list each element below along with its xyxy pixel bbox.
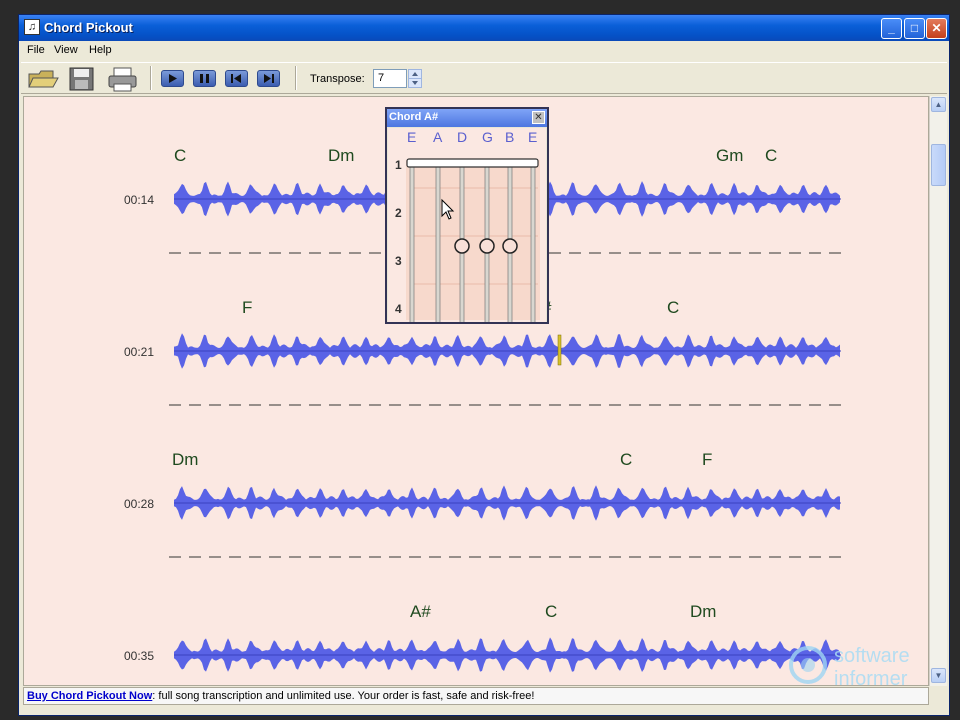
string-name: A (433, 129, 443, 145)
watermark-line2: informer (834, 668, 908, 690)
chord-label: Dm (328, 146, 354, 165)
chord-label: F (242, 298, 252, 317)
open-button[interactable] (27, 66, 59, 97)
software-informer-watermark: software informer (786, 640, 936, 690)
menu-bar: File View Help (19, 41, 949, 61)
finger-dot (479, 238, 495, 254)
time-label: 00:28 (124, 497, 154, 511)
string-name: G (482, 129, 493, 145)
chord-label: C (174, 146, 186, 165)
chord-popup-close-icon[interactable]: ✕ (532, 111, 545, 124)
next-button[interactable] (257, 70, 280, 87)
barre-marker (406, 158, 539, 168)
fretboard: E A D G B E1234 (395, 129, 540, 333)
string-name: B (505, 129, 514, 145)
chord-label: Dm (172, 450, 198, 469)
guitar-string (409, 163, 415, 325)
chord-popup-title: Chord A# (389, 111, 439, 123)
string-name: D (457, 129, 467, 145)
watermark-line1: software (834, 645, 910, 667)
toolbar: Transpose: 7 (21, 62, 947, 94)
pause-button[interactable] (193, 70, 216, 87)
previous-button[interactable] (225, 70, 248, 87)
maximize-button[interactable]: □ (904, 18, 925, 39)
scroll-thumb[interactable] (931, 144, 946, 186)
transpose-input[interactable]: 7 (373, 69, 407, 88)
guitar-string (530, 163, 536, 325)
fret-number: 1 (395, 158, 402, 172)
close-button[interactable]: ✕ (926, 18, 947, 39)
fretboard-bg (406, 160, 540, 320)
save-button[interactable] (68, 66, 96, 97)
finger-dot (502, 238, 518, 254)
time-label: 00:35 (124, 649, 154, 663)
buy-now-link[interactable]: Buy Chord Pickout Now (27, 690, 152, 702)
fret-number: 3 (395, 254, 402, 268)
toolbar-separator (150, 66, 152, 90)
title-bar[interactable]: ♫ Chord Pickout _ □ ✕ (19, 15, 949, 41)
menu-help[interactable]: Help (89, 44, 112, 56)
save-icon (69, 67, 94, 91)
fret-number: 2 (395, 206, 402, 220)
toolbar-separator (295, 66, 297, 90)
fret-number: 4 (395, 302, 402, 316)
chord-diagram-window: Chord A# ✕ EADGBE1234 (385, 107, 549, 333)
time-label: 00:21 (124, 345, 154, 359)
chord-popup-title-bar[interactable]: Chord A# ✕ (387, 109, 547, 127)
chord-label: Gm (716, 146, 743, 165)
play-button[interactable] (161, 70, 184, 87)
status-message: : full song transcription and unlimited … (152, 690, 535, 702)
menu-view[interactable]: View (54, 44, 78, 56)
menu-file[interactable]: File (27, 44, 45, 56)
print-button[interactable] (107, 66, 139, 97)
chord-label: C (765, 146, 777, 165)
minimize-button[interactable]: _ (881, 18, 902, 39)
play-icon (169, 74, 177, 83)
chord-label: C (667, 298, 679, 317)
print-icon (108, 67, 137, 92)
open-icon (28, 70, 59, 88)
chord-label: Dm (690, 602, 716, 621)
pause-icon (200, 74, 209, 83)
app-icon: ♫ (24, 19, 40, 35)
chord-label: A# (410, 602, 431, 621)
next-icon (264, 74, 274, 83)
scroll-up-arrow-icon[interactable]: ▲ (931, 97, 946, 112)
chord-label: F (702, 450, 712, 469)
transpose-spinner[interactable] (408, 69, 422, 88)
chord-label: C (620, 450, 632, 469)
chord-label: C (545, 602, 557, 621)
time-label: 00:14 (124, 193, 154, 207)
vertical-scrollbar[interactable]: ▲ ▼ (929, 96, 947, 686)
playhead-cursor (557, 334, 562, 366)
chord-diagram: EADGBE1234 (388, 128, 546, 333)
transpose-label: Transpose: (310, 73, 365, 85)
string-name: E (528, 129, 537, 145)
previous-icon (231, 74, 241, 83)
guitar-string (435, 163, 441, 325)
finger-dot (454, 238, 470, 254)
window-title: Chord Pickout (44, 20, 133, 35)
string-name: E (407, 129, 416, 145)
